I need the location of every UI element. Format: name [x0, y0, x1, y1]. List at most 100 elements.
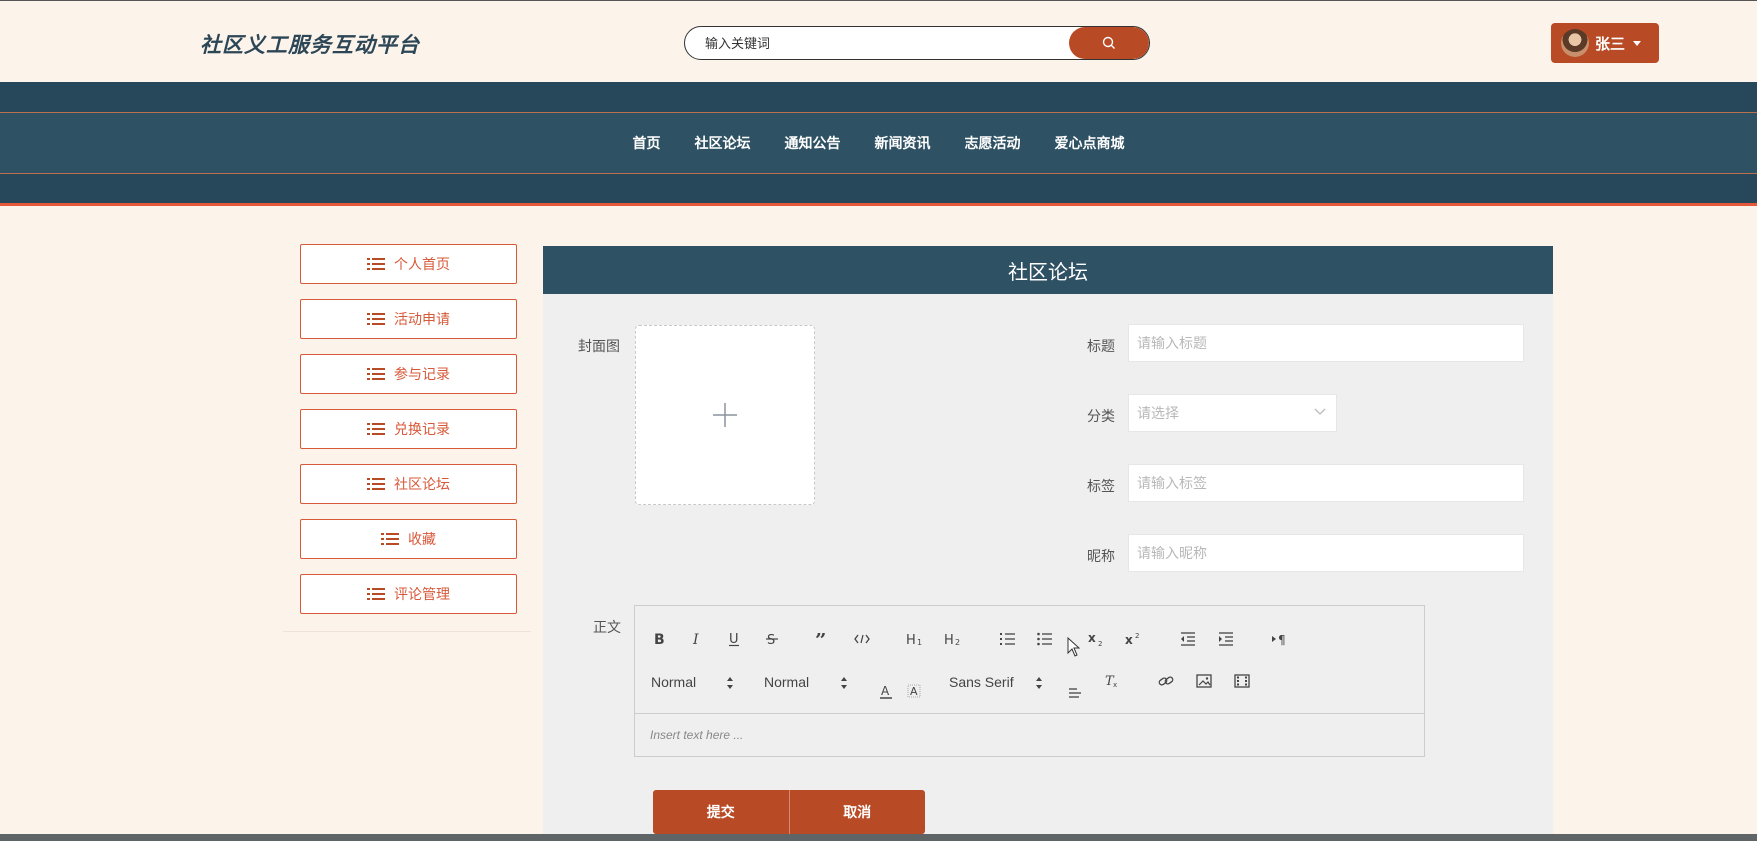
svg-text:2: 2: [1098, 640, 1102, 646]
title-input[interactable]: 请输入标题: [1128, 324, 1524, 362]
svg-text:H: H: [906, 633, 916, 646]
text-direction-button[interactable]: ¶: [1270, 628, 1292, 650]
sidebar-item-label: 收藏: [408, 531, 436, 547]
nav-item-news[interactable]: 新闻资讯: [875, 133, 931, 153]
link-button[interactable]: [1156, 670, 1176, 692]
code-block-button[interactable]: [851, 628, 873, 650]
heading2-button[interactable]: H2: [942, 628, 966, 650]
list-icon: [367, 423, 385, 435]
superscript-button[interactable]: x2: [1123, 628, 1145, 650]
select-arrows-icon: [841, 677, 847, 689]
clear-format-button[interactable]: Tx: [1102, 670, 1122, 692]
svg-text:x: x: [1088, 632, 1096, 645]
sidebar-item-favorites[interactable]: 收藏: [300, 519, 517, 559]
nav-item-volunteer[interactable]: 志愿活动: [965, 133, 1021, 153]
blockquote-button[interactable]: ”: [812, 628, 834, 650]
ordered-list-button[interactable]: [997, 628, 1019, 650]
search-box: [684, 26, 1150, 60]
navbar: 首页 社区论坛 通知公告 新闻资讯 志愿活动 爱心点商城: [0, 82, 1757, 206]
plus-icon: [713, 403, 737, 427]
sidebar-item-exchange[interactable]: 兑换记录: [300, 409, 517, 449]
bullet-list-button[interactable]: [1034, 628, 1056, 650]
text-direction-icon: ¶: [1272, 633, 1286, 646]
sidebar-item-label: 评论管理: [394, 586, 450, 602]
size-select-value: Normal: [764, 674, 810, 690]
sidebar-item-participation[interactable]: 参与记录: [300, 354, 517, 394]
font-select-value: Sans Serif: [949, 674, 1014, 690]
bottom-bar: [0, 834, 1757, 841]
svg-text:x: x: [1125, 633, 1133, 646]
outdent-icon: [1181, 632, 1195, 646]
strikethrough-icon: S: [766, 633, 778, 646]
svg-text:”: ”: [815, 633, 827, 645]
tags-input[interactable]: 请输入标签: [1128, 464, 1524, 502]
bold-icon: B: [654, 632, 665, 646]
sidebar-item-label: 社区论坛: [394, 476, 450, 492]
header: 社区义工服务互动平台 张三: [0, 0, 1757, 82]
outdent-button[interactable]: [1177, 628, 1199, 650]
content-label: 正文: [593, 619, 621, 635]
nav-item-notices[interactable]: 通知公告: [785, 133, 841, 153]
align-button[interactable]: [1065, 682, 1085, 704]
italic-button[interactable]: I: [687, 628, 707, 650]
rich-text-editor: B I U S ” H1 H2 x2 x2: [634, 605, 1425, 757]
sidebar-item-label: 个人首页: [394, 256, 450, 272]
mouse-cursor-icon: [1067, 637, 1081, 657]
underline-button[interactable]: U: [724, 628, 744, 650]
svg-text:2: 2: [1135, 632, 1139, 640]
site-title[interactable]: 社区义工服务互动平台: [200, 29, 420, 59]
strikethrough-button[interactable]: S: [762, 628, 782, 650]
svg-text:B: B: [654, 632, 665, 646]
submit-button[interactable]: 提交: [653, 790, 789, 834]
category-select-value: 请选择: [1137, 405, 1179, 421]
subscript-button[interactable]: x2: [1086, 628, 1108, 650]
svg-text:I: I: [692, 632, 699, 646]
svg-text:1: 1: [917, 638, 922, 646]
header-select[interactable]: Normal: [651, 674, 696, 690]
nav-item-forum[interactable]: 社区论坛: [695, 133, 751, 153]
category-select[interactable]: 请选择: [1128, 394, 1337, 432]
heading1-button[interactable]: H1: [904, 628, 928, 650]
background-color-button[interactable]: A: [904, 680, 924, 702]
nickname-input[interactable]: 请输入昵称: [1128, 534, 1524, 572]
nav-item-home[interactable]: 首页: [633, 133, 661, 153]
image-button[interactable]: [1194, 670, 1214, 692]
editor-content[interactable]: Insert text here ...: [650, 728, 743, 742]
text-color-button[interactable]: A: [876, 680, 896, 702]
cover-upload[interactable]: [635, 325, 815, 505]
list-icon: [381, 533, 399, 545]
size-select[interactable]: Normal: [764, 674, 809, 690]
user-menu-button[interactable]: 张三: [1551, 23, 1659, 63]
page-title: 社区论坛: [543, 246, 1553, 294]
link-icon: [1158, 676, 1174, 686]
heading2-icon: H2: [944, 633, 960, 646]
sidebar-item-comments[interactable]: 评论管理: [300, 574, 517, 614]
align-left-icon: [1069, 688, 1081, 698]
svg-text:A: A: [881, 684, 890, 698]
search-button[interactable]: [1069, 27, 1149, 59]
subscript-icon: x2: [1088, 632, 1102, 646]
svg-text:¶: ¶: [1278, 633, 1286, 646]
sidebar: 个人首页 活动申请 参与记录 兑换记录 社区论坛 收藏 评论管理: [283, 244, 531, 632]
cancel-button[interactable]: 取消: [788, 790, 925, 834]
avatar: [1561, 29, 1589, 57]
indent-button[interactable]: [1215, 628, 1237, 650]
bold-button[interactable]: B: [649, 628, 669, 650]
sidebar-item-forum[interactable]: 社区论坛: [300, 464, 517, 504]
quote-icon: ”: [815, 633, 827, 645]
nav-item-mall[interactable]: 爱心点商城: [1055, 133, 1125, 153]
font-select[interactable]: Sans Serif: [949, 674, 1014, 690]
video-button[interactable]: [1232, 670, 1252, 692]
search-input[interactable]: [685, 27, 1071, 59]
sidebar-item-label: 活动申请: [394, 311, 450, 327]
editor-toolbar: B I U S ” H1 H2 x2 x2: [635, 606, 1424, 714]
sidebar-item-profile[interactable]: 个人首页: [300, 244, 517, 284]
sidebar-item-label: 兑换记录: [394, 421, 450, 437]
underline-icon: U: [729, 632, 739, 647]
nav-menu: 首页 社区论坛 通知公告 新闻资讯 志愿活动 爱心点商城: [0, 112, 1757, 174]
caret-down-icon: [1633, 40, 1642, 46]
image-icon: [1196, 674, 1212, 688]
sidebar-item-activity-apply[interactable]: 活动申请: [300, 299, 517, 339]
italic-icon: I: [692, 632, 699, 646]
code-icon: [854, 634, 870, 644]
